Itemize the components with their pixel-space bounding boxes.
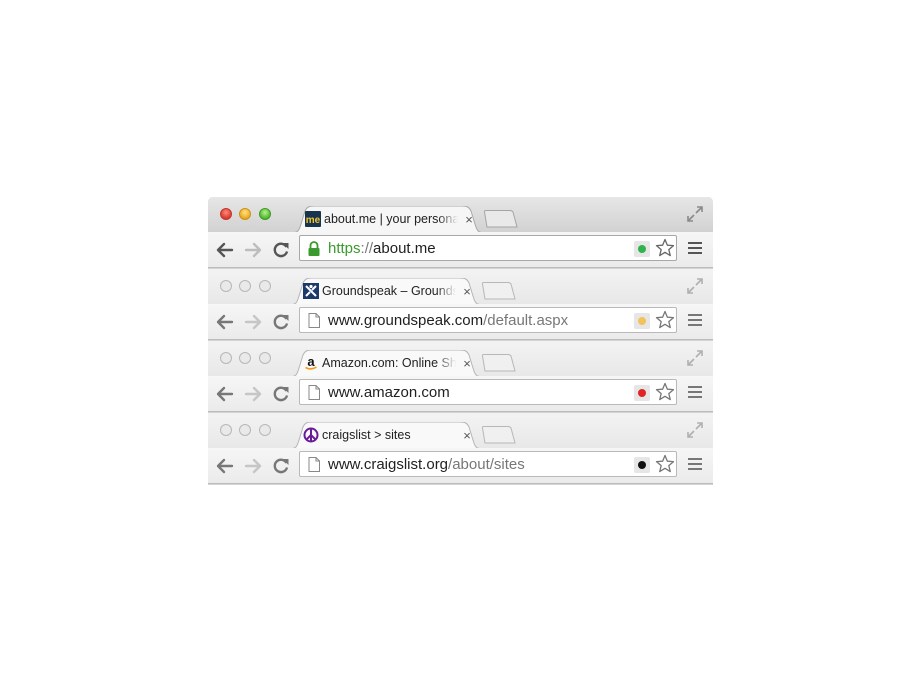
browser-window-aboutme: me about.me | your personal h × https://… [208,197,713,269]
back-arrow-icon[interactable] [216,241,234,259]
address-bar[interactable]: https://about.me [299,235,677,261]
url-text: www.craigslist.org/about/sites [328,455,525,475]
toolbar: www.amazon.com [208,376,713,412]
minimize-window-button[interactable] [239,424,251,436]
extension-button[interactable] [634,313,650,329]
reload-icon[interactable] [272,457,290,475]
url-separator: :// [360,240,374,257]
toolbar: https://about.me [208,232,713,268]
close-window-button[interactable] [220,208,232,220]
back-arrow-icon[interactable] [216,313,234,331]
zoom-window-button[interactable] [259,352,271,364]
title-bar: Groundspeak – Groundspeak × [208,269,713,305]
favicon-text: a [307,355,315,369]
close-tab-icon[interactable]: × [461,427,473,444]
forward-arrow-icon[interactable] [244,385,262,403]
tab-aboutme[interactable]: me about.me | your personal h × [290,206,486,233]
bookmark-star-icon[interactable] [655,454,675,474]
status-dot-icon [638,389,646,397]
tab-title: Amazon.com: Online Shopp [322,356,456,370]
back-arrow-icon[interactable] [216,385,234,403]
browser-window-groundspeak: Groundspeak – Groundspeak × www.groundsp… [208,269,713,341]
menu-hamburger-icon[interactable] [688,386,702,400]
forward-arrow-icon[interactable] [244,241,262,259]
bookmark-star-icon[interactable] [655,238,675,258]
new-tab-button[interactable] [482,282,516,300]
page-icon [308,313,320,328]
minimize-window-button[interactable] [239,208,251,220]
minimize-window-button[interactable] [239,352,251,364]
groundspeak-icon [303,283,319,299]
aboutme-icon: me [305,211,321,227]
favicon-text: me [306,215,321,226]
status-dot-icon [638,461,646,469]
title-bar: a Amazon.com: Online Shopp × [208,341,713,377]
minimize-window-button[interactable] [239,280,251,292]
address-bar[interactable]: www.groundspeak.com/default.aspx [299,307,677,333]
fullscreen-icon[interactable] [686,349,704,367]
lock-icon [308,241,320,256]
bookmark-star-icon[interactable] [655,382,675,402]
url-host: www.craigslist.org [328,456,449,473]
close-window-button[interactable] [220,352,232,364]
browser-window-craigslist: craigslist > sites × www.craigslist.org/… [208,413,713,485]
zoom-window-button[interactable] [259,424,271,436]
url-host: about.me [373,240,436,257]
new-tab-button[interactable] [484,210,518,228]
url-host: www.groundspeak.com [328,312,484,329]
tab-title: craigslist > sites [322,428,411,442]
url-text: https://about.me [328,239,436,259]
url-text: www.amazon.com [328,383,450,403]
fullscreen-icon[interactable] [686,277,704,295]
url-text: www.groundspeak.com/default.aspx [328,311,568,331]
zoom-window-button[interactable] [259,208,271,220]
status-dot-icon [638,245,646,253]
amazon-icon: a [303,354,319,371]
url-path: /about/sites [448,456,525,473]
status-dot-icon [638,317,646,325]
close-window-button[interactable] [220,280,232,292]
reload-icon[interactable] [272,241,290,259]
title-bar: me about.me | your personal h × [208,197,713,233]
back-arrow-icon[interactable] [216,457,234,475]
toolbar: www.craigslist.org/about/sites [208,448,713,484]
extension-button[interactable] [634,457,650,473]
extension-button[interactable] [634,385,650,401]
fullscreen-icon[interactable] [686,421,704,439]
menu-hamburger-icon[interactable] [688,314,702,328]
peace-icon [303,427,319,443]
address-bar[interactable]: www.amazon.com [299,379,677,405]
new-tab-button[interactable] [482,354,516,372]
page-icon [308,385,320,400]
forward-arrow-icon[interactable] [244,457,262,475]
new-tab-button[interactable] [482,426,516,444]
extension-button[interactable] [634,241,650,257]
title-bar: craigslist > sites × [208,413,713,449]
tab-amazon[interactable]: a Amazon.com: Online Shopp × [288,350,484,377]
tab-title: about.me | your personal h [324,212,458,226]
reload-icon[interactable] [272,385,290,403]
forward-arrow-icon[interactable] [244,313,262,331]
tab-title: Groundspeak – Groundspeak [322,284,456,298]
close-tab-icon[interactable]: × [461,283,473,300]
close-tab-icon[interactable]: × [463,211,475,228]
address-bar[interactable]: www.craigslist.org/about/sites [299,451,677,477]
fullscreen-icon[interactable] [686,205,704,223]
close-tab-icon[interactable]: × [461,355,473,372]
reload-icon[interactable] [272,313,290,331]
zoom-window-button[interactable] [259,280,271,292]
tab-craigslist[interactable]: craigslist > sites × [288,422,484,449]
toolbar: www.groundspeak.com/default.aspx [208,304,713,340]
menu-hamburger-icon[interactable] [688,458,702,472]
url-path: /default.aspx [483,312,569,329]
bookmark-star-icon[interactable] [655,310,675,330]
url-host: www.amazon.com [328,384,450,401]
url-scheme: https [328,240,361,257]
close-window-button[interactable] [220,424,232,436]
page-icon [308,457,320,472]
menu-hamburger-icon[interactable] [688,242,702,256]
browser-window-amazon: a Amazon.com: Online Shopp × www. [208,341,713,413]
tab-groundspeak[interactable]: Groundspeak – Groundspeak × [288,278,484,305]
